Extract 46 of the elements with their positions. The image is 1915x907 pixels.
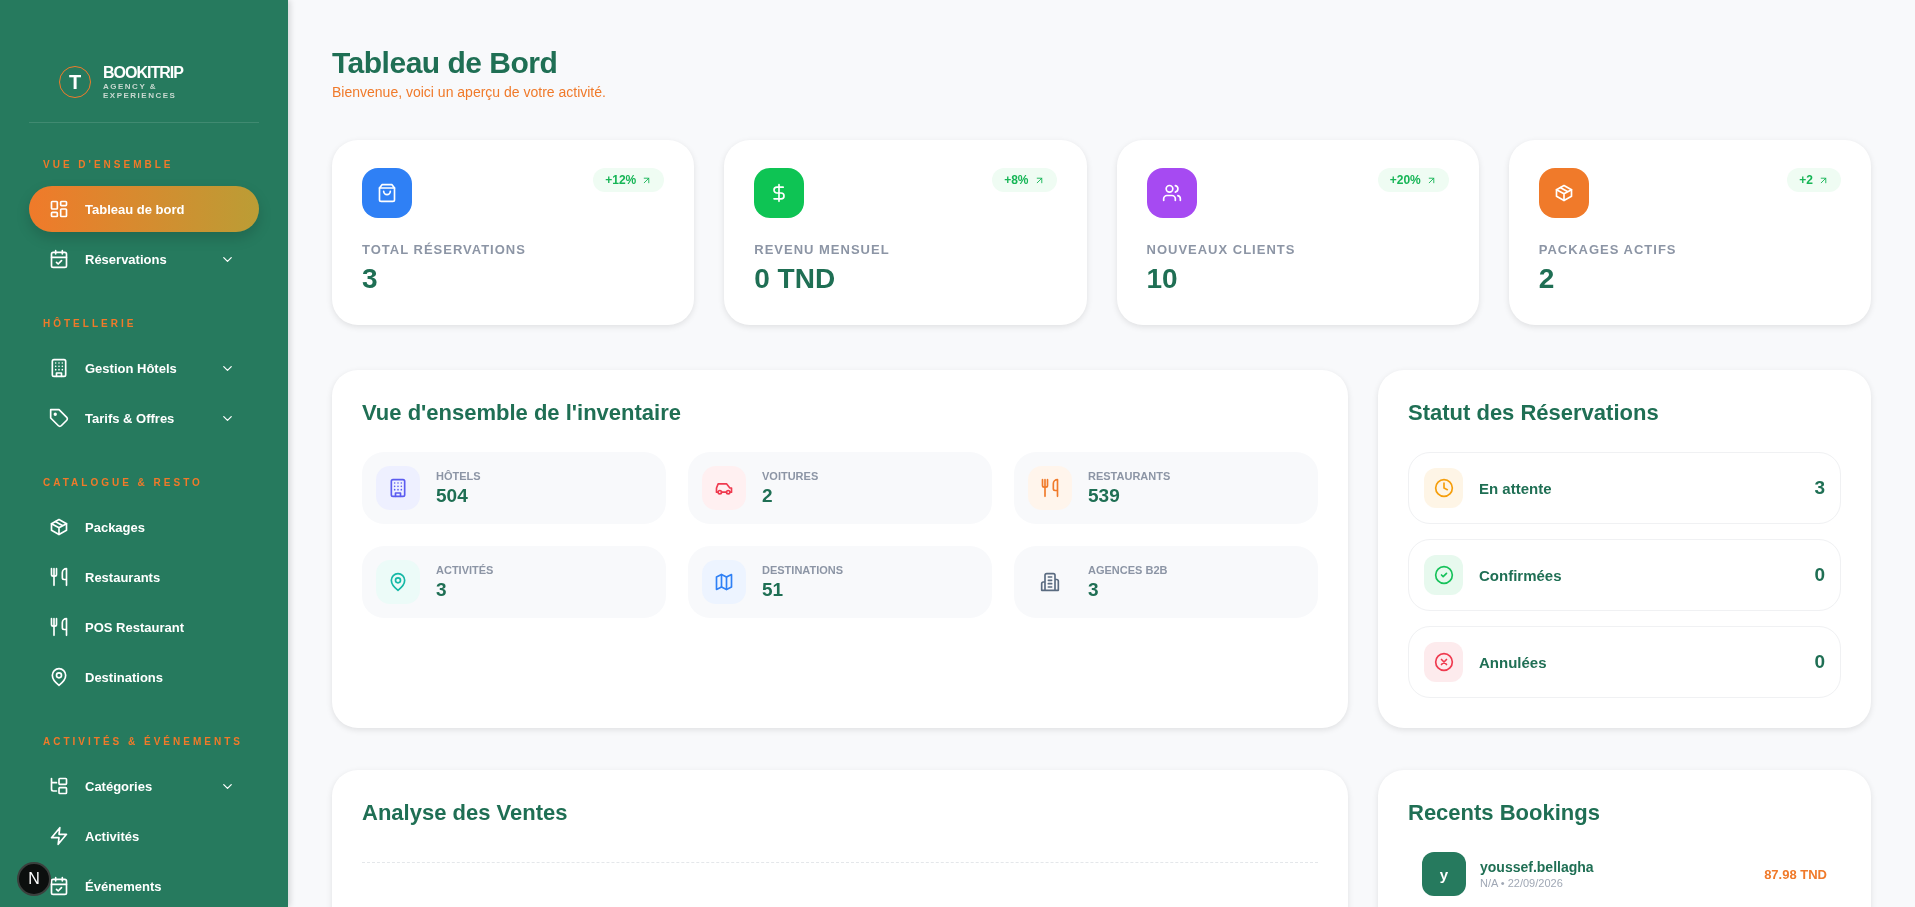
inventory-value: 539 — [1088, 484, 1121, 507]
booking-name: youssef.bellagha — [1480, 859, 1595, 875]
inventory-label: HÔTELS — [436, 469, 481, 482]
inventory-label: DESTINATIONS — [762, 563, 844, 576]
change-badge: +8% — [992, 168, 1057, 192]
inventory-value: 504 — [436, 484, 469, 507]
card-title: Statut des Réservations — [1408, 400, 1660, 426]
inventory-value: 3 — [1088, 578, 1100, 601]
change-badge: +2 — [1787, 168, 1841, 192]
status-label: Annulées — [1479, 653, 1548, 671]
inventory-label: RESTAURANTS — [1088, 469, 1171, 482]
stat-label: TOTAL RÉSERVATIONS — [362, 242, 527, 257]
card-title: Vue d'ensemble de l'inventaire — [362, 400, 682, 426]
avatar: y — [1422, 852, 1466, 896]
section-heading: ACTIVITÉS & ÉVÉNEMENTS — [43, 736, 244, 747]
page-title: Tableau de Bord — [332, 46, 559, 80]
stat-label: REVENU MENSUEL — [754, 242, 891, 257]
section-heading: CATALOGUE & RESTO — [43, 477, 204, 488]
card-title: Recents Bookings — [1408, 800, 1601, 826]
stat-label: NOUVEAUX CLIENTS — [1146, 242, 1297, 257]
inventory-label: VOITURES — [762, 469, 819, 482]
stat-value: 10 — [1146, 263, 1179, 295]
stat-value: 0 TND — [754, 263, 837, 295]
logo-tagline: AGENCY & EXPERIENCES — [103, 82, 178, 100]
inventory-value: 2 — [762, 484, 774, 507]
logo-name: BOOKITRIP — [103, 64, 185, 82]
page-subtitle: Bienvenue, voici un aperçu de votre activité. — [332, 84, 607, 100]
inventory-value: 51 — [762, 578, 785, 601]
booking-amount: 87.98 TND — [1764, 866, 1827, 882]
status-count: 3 — [1814, 477, 1825, 499]
change-badge: +20% — [1377, 168, 1449, 192]
booking-meta: N/A • 22/09/2026 — [1480, 877, 1564, 889]
status-label: En attente — [1479, 479, 1553, 497]
stat-value: 2 — [1538, 263, 1556, 295]
status-label: Confirmées — [1479, 566, 1563, 584]
inventory-label: ACTIVITÉS — [436, 563, 494, 576]
section-heading: HÔTELLERIE — [43, 318, 138, 329]
inventory-label: AGENCES B2B — [1088, 563, 1168, 576]
inventory-value: 3 — [436, 578, 448, 601]
card-title: Analyse des Ventes — [362, 800, 569, 826]
status-count: 0 — [1814, 651, 1825, 673]
stat-value: 3 — [362, 263, 379, 295]
section-heading: VUE D'ENSEMBLE — [43, 159, 175, 170]
stat-label: PACKAGES ACTIFS — [1538, 242, 1678, 257]
change-badge: +12% — [593, 168, 665, 192]
status-count: 0 — [1814, 564, 1825, 586]
